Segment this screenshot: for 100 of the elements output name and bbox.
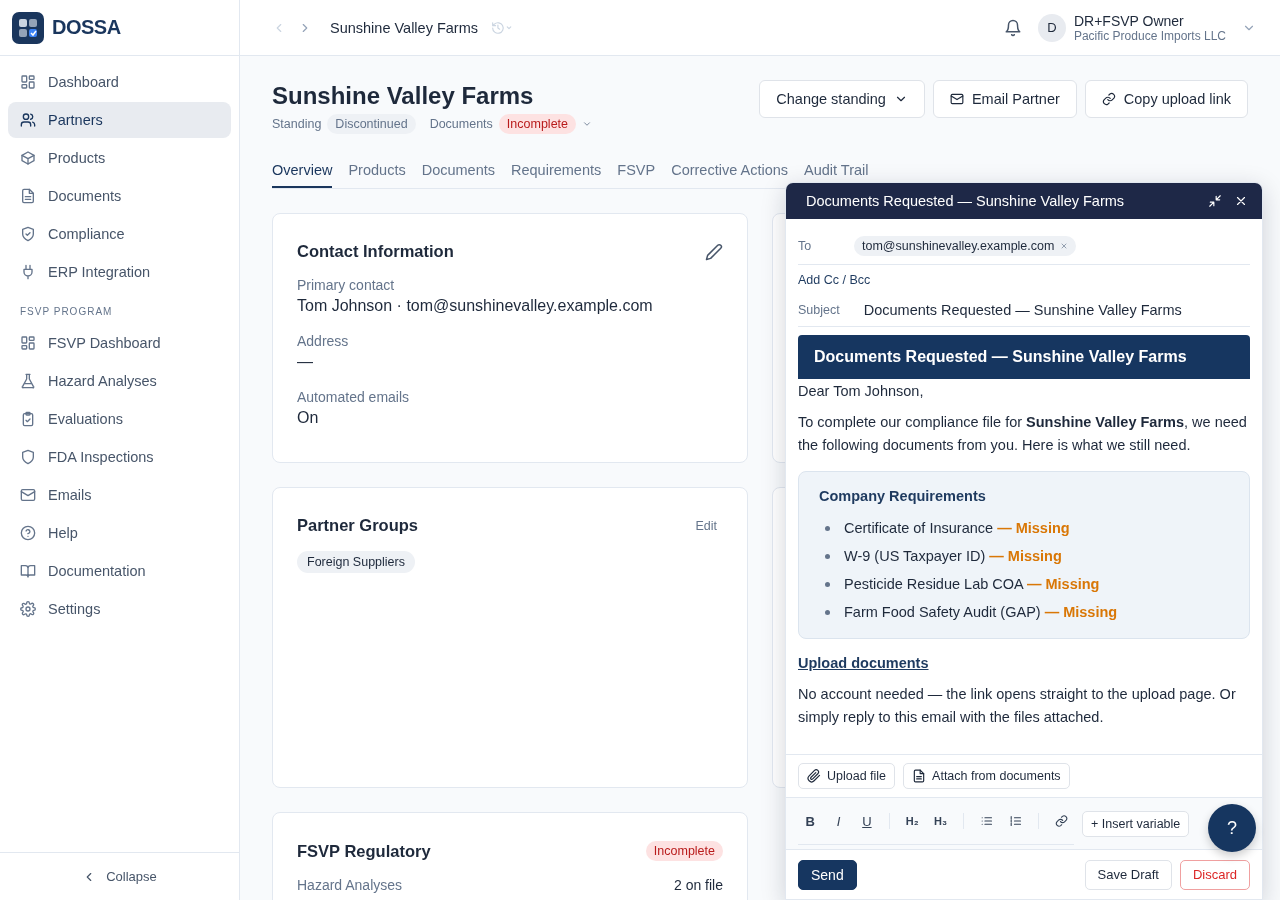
field-value: 2 on file [673,877,723,893]
card-title: Contact Information [297,242,454,261]
remove-icon [1060,241,1069,250]
numbered-list-icon[interactable] [1008,814,1022,828]
tab[interactable]: Overview [272,162,333,188]
tab[interactable]: FSVP [617,162,656,188]
clipboard-check-icon [20,411,36,427]
field-label: Subject [798,302,840,317]
brand-name: DOSSA [52,16,121,39]
nav-item[interactable]: Hazard Analyses [8,363,231,399]
bullet-icon [825,553,830,559]
field-label: Standing [272,117,322,131]
tab[interactable]: Audit Trail [804,162,869,188]
logo-icon [12,11,44,44]
card-title: FSVP Regulatory [297,841,431,861]
nav-item[interactable]: Documentation [8,553,231,589]
paragraph: No account needed — the link opens straight to the upload page. Or simply reply to this email with the files attached. [798,685,1237,727]
section-heading: FSVP PROGRAM [19,305,114,319]
field-label: Primary contact [297,277,396,293]
nav-item[interactable]: Emails [8,477,231,513]
user-name: DR+FSVP Owner [1073,12,1185,29]
field-value: — [297,353,314,371]
minimize-icon[interactable] [1208,194,1222,208]
mail-icon [949,92,964,106]
nav-item[interactable]: Products [8,140,231,176]
nav-item[interactable]: Compliance [8,216,231,252]
format-button[interactable]: B [798,808,823,834]
paragraph: To complete our compliance file for Sunshine Valley Farms, we need the following documents from you. Here is what we still need. [798,413,1248,455]
group-tag: Foreign Suppliers [297,551,415,573]
organization-name: Pacific Produce Imports LLC [1073,28,1226,43]
status-badge: Incomplete [645,841,723,861]
document-icon [912,769,927,783]
tab[interactable]: Documents [421,162,495,188]
edit-link[interactable]: Edit [689,517,723,534]
link-icon [1101,92,1116,106]
page-title: Sunshine Valley Farms [272,82,535,110]
settings-icon [20,601,36,617]
nav-item[interactable]: Help [8,515,231,551]
greeting-text: Dear Tom Johnson, [798,383,925,399]
cc-bcc-link[interactable]: Add Cc / Bcc [798,265,871,293]
shield-icon [20,449,36,465]
subject-field[interactable]: Documents Requested — Sunshine Valley Farms [863,301,1250,318]
bullet-icon [825,609,830,615]
nav-item[interactable]: Dashboard [8,64,231,100]
action-button[interactable]: Change standing [759,80,925,118]
action-button[interactable]: Email Partner [932,80,1077,118]
nav-item[interactable]: Partners [8,102,231,138]
field-value: Tom Johnson · tom@sunshinevalley.example.com [297,297,654,315]
attach-button[interactable]: Attach from documents [903,763,1070,789]
format-button[interactable]: I [826,808,851,834]
bullet-list-icon[interactable] [979,814,993,828]
requirement-item: Certificate of Insurance — Missing [844,520,1070,536]
document-icon [20,188,36,204]
nav-item[interactable]: FSVP Dashboard [8,325,231,361]
edit-icon[interactable] [705,242,723,261]
requirement-item: Pesticide Residue Lab COA — Missing [844,576,1100,592]
field-value: On [297,409,320,427]
book-icon [20,563,36,579]
breadcrumb: Sunshine Valley Farms [330,19,479,36]
footer-button[interactable]: Send [798,859,857,890]
close-icon[interactable] [1234,194,1248,208]
nav-item[interactable]: Documents [8,178,231,214]
attach-button[interactable]: Upload file [798,763,896,789]
avatar: D [1037,13,1066,42]
nav-item[interactable]: ERP Integration [8,254,231,290]
footer-button[interactable]: Save Draft [1084,859,1172,890]
bullet-icon [825,581,830,587]
format-button[interactable]: H₃ [928,808,953,834]
field-label: To [798,238,813,253]
action-button[interactable]: Copy upload link [1084,80,1248,118]
field-label: Address [297,333,350,349]
card-title: Partner Groups [297,516,419,535]
nav-item[interactable]: Settings [8,591,231,627]
bullet-icon [825,525,830,531]
users-icon [20,112,36,128]
insert-variable-button[interactable]: + Insert variable [1082,810,1190,837]
nav-item[interactable]: Evaluations [8,401,231,437]
mail-icon [20,487,36,503]
format-button[interactable]: H₂ [900,808,925,834]
link-icon[interactable] [1054,814,1068,828]
help-icon [20,525,36,541]
format-button[interactable]: U [854,808,880,834]
tab[interactable]: Corrective Actions [671,162,788,188]
flask-icon [20,373,36,389]
recipient-chip[interactable]: tom@sunshinevalley.example.com [854,235,1077,256]
upload-link[interactable]: Upload documents [798,655,929,671]
panel-title: Company Requirements [819,488,987,504]
tab[interactable]: Requirements [511,162,602,188]
grid-icon [20,335,36,351]
footer-button[interactable]: Discard [1179,859,1250,890]
plug-icon [20,264,36,280]
collapse-button[interactable]: Collapse [0,852,239,900]
paperclip-icon [807,769,821,783]
notification-icon[interactable] [1003,18,1022,37]
email-banner: Documents Requested — Sunshine Valley Farms [798,335,1250,379]
requirement-item: Farm Food Safety Audit (GAP) — Missing [844,604,1118,620]
tab[interactable]: Products [348,162,406,188]
field-label: Hazard Analyses [297,877,403,893]
nav-item[interactable]: FDA Inspections [8,439,231,475]
shield-check-icon [20,226,36,242]
